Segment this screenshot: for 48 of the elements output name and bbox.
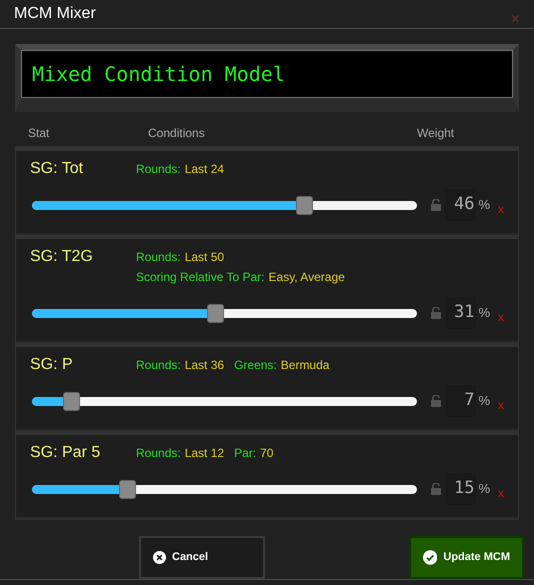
close-icon <box>153 551 166 564</box>
percent-sign: % <box>478 304 490 322</box>
column-header: Conditions <box>148 125 206 142</box>
condition-label: Rounds: <box>136 249 181 266</box>
stat-name: SG: P <box>30 355 74 375</box>
checkmark-icon <box>423 550 438 565</box>
condition-label: Rounds: <box>136 357 181 374</box>
remove-button[interactable]: x <box>498 311 504 323</box>
close-button[interactable]: × <box>510 12 520 28</box>
display-text: Mixed Condition Model <box>32 61 285 88</box>
slider-track[interactable] <box>32 304 418 322</box>
condition-label: Rounds: <box>136 161 181 178</box>
slider-track[interactable] <box>32 480 418 498</box>
slider-track[interactable] <box>32 196 418 214</box>
slider-thumb[interactable] <box>207 304 224 322</box>
condition-value: Last 50 <box>184 249 224 266</box>
slider-thumb[interactable] <box>296 196 313 214</box>
condition-label: Par: <box>234 445 256 462</box>
slider-track[interactable] <box>32 392 418 410</box>
percent-sign: % <box>478 196 490 214</box>
condition-value: Easy, Average <box>268 269 345 286</box>
column-header: Stat <box>28 125 50 142</box>
condition-label: Scoring Relative To Par: <box>136 269 265 286</box>
condition-value: Last 24 <box>184 161 224 178</box>
update-button[interactable]: Update MCM <box>409 536 524 579</box>
weight-readout: 15 <box>445 473 476 505</box>
remove-button[interactable]: x <box>498 203 504 215</box>
condition-value: Bermuda <box>280 357 330 374</box>
stat-name: SG: Tot <box>30 159 84 179</box>
cancel-button[interactable]: Cancel <box>139 536 265 579</box>
slider-thumb[interactable] <box>119 480 136 498</box>
percent-sign: % <box>478 480 490 498</box>
window-title: MCM Mixer <box>14 4 96 24</box>
condition-label: Greens: <box>234 357 277 374</box>
column-header: Weight <box>417 125 454 142</box>
weight-readout: 7 <box>445 385 476 417</box>
condition-value: Last 12 <box>184 445 224 462</box>
stat-name: SG: T2G <box>30 247 94 267</box>
condition-value: 70 <box>260 445 274 462</box>
stat-name: SG: Par 5 <box>30 443 102 463</box>
weight-readout: 46 <box>445 189 476 221</box>
weight-readout: 31 <box>445 297 476 329</box>
slider-thumb[interactable] <box>62 392 80 410</box>
condition-value: Last 36 <box>184 357 224 374</box>
remove-button[interactable]: x <box>498 399 504 411</box>
percent-sign: % <box>478 392 490 410</box>
condition-label: Rounds: <box>136 445 181 462</box>
remove-button[interactable]: x <box>498 487 504 499</box>
